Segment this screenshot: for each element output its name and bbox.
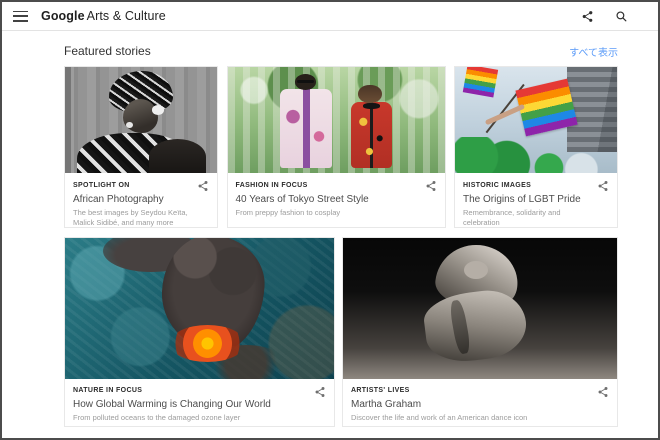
topbar: Google Arts & Culture: [2, 2, 658, 31]
story-description: From polluted oceans to the damaged ozon…: [73, 413, 241, 422]
section-title: Featured stories: [64, 44, 151, 58]
story-card-martha-graham[interactable]: ARTISTS' LIVES Martha Graham Discover th…: [342, 237, 618, 427]
show-all-link[interactable]: すべて表示: [569, 44, 618, 59]
story-category: NATURE IN FOCUS: [73, 387, 143, 394]
menu-icon[interactable]: [13, 10, 28, 22]
story-category: SPOTLIGHT ON: [73, 182, 130, 189]
featured-stories-section: Featured stories すべて表示 SPOTLIGHT ON Afri…: [2, 40, 658, 427]
story-meta: SPOTLIGHT ON African Photography The bes…: [65, 173, 217, 227]
story-title: How Global Warming is Changing Our World: [73, 399, 271, 410]
story-row-top: SPOTLIGHT ON African Photography The bes…: [64, 66, 618, 228]
logo-primary: Google: [41, 9, 85, 23]
share-icon[interactable]: [314, 386, 326, 398]
story-image-martha-graham: [343, 238, 617, 379]
section-header: Featured stories すべて表示: [64, 40, 618, 63]
share-icon[interactable]: [597, 386, 609, 398]
topbar-actions: [581, 10, 628, 23]
story-title: The Origins of LGBT Pride: [463, 194, 581, 205]
page: Google Arts & Culture Featured stories すべ…: [0, 0, 660, 440]
story-meta: FASHION IN FOCUS 40 Years of Tokyo Stree…: [228, 173, 445, 227]
share-icon[interactable]: [597, 180, 609, 192]
story-image-lgbt-pride: [455, 67, 617, 173]
share-icon[interactable]: [197, 180, 209, 192]
story-description: Discover the life and work of an America…: [351, 413, 528, 422]
story-description: Remembrance, solidarity and celebration: [463, 208, 561, 227]
story-title: Martha Graham: [351, 399, 422, 410]
story-category: ARTISTS' LIVES: [351, 387, 410, 394]
logo-secondary: Arts & Culture: [86, 9, 166, 23]
story-card-tokyo-street-style[interactable]: FASHION IN FOCUS 40 Years of Tokyo Stree…: [226, 66, 446, 228]
story-card-african-photography[interactable]: SPOTLIGHT ON African Photography The bes…: [64, 66, 218, 228]
story-image-african-photography: [65, 67, 217, 173]
story-category: HISTORIC IMAGES: [463, 182, 532, 189]
story-description: From preppy fashion to cosplay: [235, 208, 341, 217]
share-icon[interactable]: [581, 10, 594, 23]
story-description: The best images by Seydou Keïta, Malick …: [73, 208, 188, 227]
story-meta: ARTISTS' LIVES Martha Graham Discover th…: [343, 379, 617, 426]
app-logo[interactable]: Google Arts & Culture: [41, 9, 166, 23]
story-card-lgbt-pride[interactable]: HISTORIC IMAGES The Origins of LGBT Prid…: [454, 66, 618, 228]
story-title: African Photography: [73, 194, 164, 205]
story-card-global-warming[interactable]: NATURE IN FOCUS How Global Warming is Ch…: [64, 237, 335, 427]
story-category: FASHION IN FOCUS: [235, 182, 308, 189]
search-icon[interactable]: [615, 10, 628, 23]
story-image-tokyo-street-style: [227, 67, 445, 173]
story-image-global-warming: [65, 238, 334, 379]
story-meta: NATURE IN FOCUS How Global Warming is Ch…: [65, 379, 334, 426]
story-title: 40 Years of Tokyo Street Style: [235, 194, 369, 205]
story-meta: HISTORIC IMAGES The Origins of LGBT Prid…: [455, 173, 617, 227]
story-row-bottom: NATURE IN FOCUS How Global Warming is Ch…: [64, 237, 618, 427]
share-icon[interactable]: [425, 180, 437, 192]
